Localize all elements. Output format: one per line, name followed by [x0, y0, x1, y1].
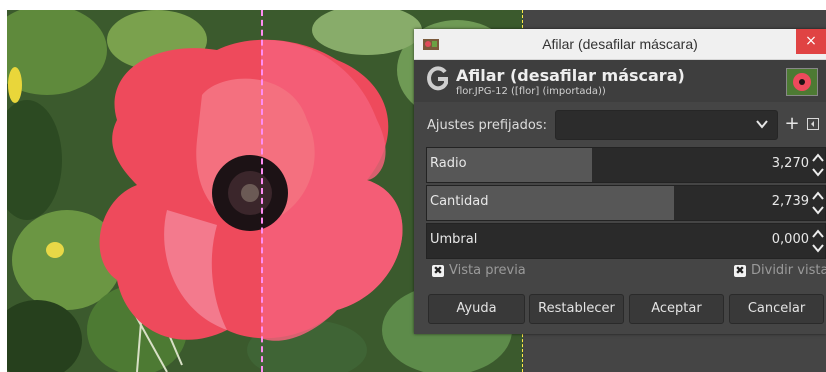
- reset-button[interactable]: Restablecer: [529, 294, 624, 324]
- dialog-header: Afilar (desafilar máscara) flor.JPG-12 (…: [414, 60, 826, 102]
- cancel-button[interactable]: Cancelar: [729, 294, 824, 324]
- split-view-label: Dividir vista: [751, 263, 826, 278]
- add-preset-button[interactable]: +: [784, 113, 800, 135]
- window-title: Afilar (desafilar máscara): [542, 36, 698, 52]
- split-view-divider: [261, 10, 263, 372]
- spin-arrows-icon[interactable]: [811, 188, 825, 218]
- slider-value: 3,270: [771, 156, 809, 171]
- gimp-logo-icon: [427, 66, 448, 91]
- preview-check-box[interactable]: ✖: [432, 265, 444, 277]
- radius-slider[interactable]: Radio 3,270: [426, 147, 826, 183]
- slider-label: Umbral: [430, 232, 478, 247]
- presets-dropdown[interactable]: [555, 110, 778, 140]
- threshold-slider[interactable]: Umbral 0,000: [426, 223, 826, 259]
- preview-checkbox[interactable]: ✖ Vista previa: [432, 263, 542, 281]
- slider-label: Radio: [430, 156, 467, 171]
- spin-arrows-icon[interactable]: [811, 150, 825, 180]
- dialog-titlebar[interactable]: Afilar (desafilar máscara) ×: [414, 29, 826, 60]
- close-icon: ×: [805, 33, 817, 49]
- preview-label: Vista previa: [449, 263, 526, 278]
- menu-icon[interactable]: [807, 118, 819, 130]
- amount-slider[interactable]: Cantidad 2,739: [426, 185, 826, 221]
- split-view-checkbox[interactable]: ✖ Dividir vista: [734, 263, 826, 281]
- slider-value: 0,000: [771, 232, 809, 247]
- add-icon: +: [784, 113, 800, 134]
- image-subtitle: flor.JPG-12 ([flor] (importada)): [456, 86, 606, 97]
- image-thumbnail: [786, 68, 818, 96]
- split-check-box[interactable]: ✖: [734, 265, 746, 277]
- help-button[interactable]: Ayuda: [428, 294, 525, 324]
- chevron-down-icon: [756, 120, 768, 129]
- slider-value: 2,739: [771, 194, 809, 209]
- dialog-heading: Afilar (desafilar máscara): [456, 66, 685, 85]
- spin-arrows-icon[interactable]: [811, 226, 825, 256]
- presets-label: Ajustes prefijados:: [427, 118, 547, 133]
- unsharp-mask-dialog: Afilar (desafilar máscara) × Afilar (des…: [414, 29, 826, 334]
- ok-button[interactable]: Aceptar: [629, 294, 724, 324]
- presets-row: Ajustes prefijados: +: [414, 110, 826, 140]
- slider-label: Cantidad: [430, 194, 489, 209]
- close-button[interactable]: ×: [796, 29, 826, 54]
